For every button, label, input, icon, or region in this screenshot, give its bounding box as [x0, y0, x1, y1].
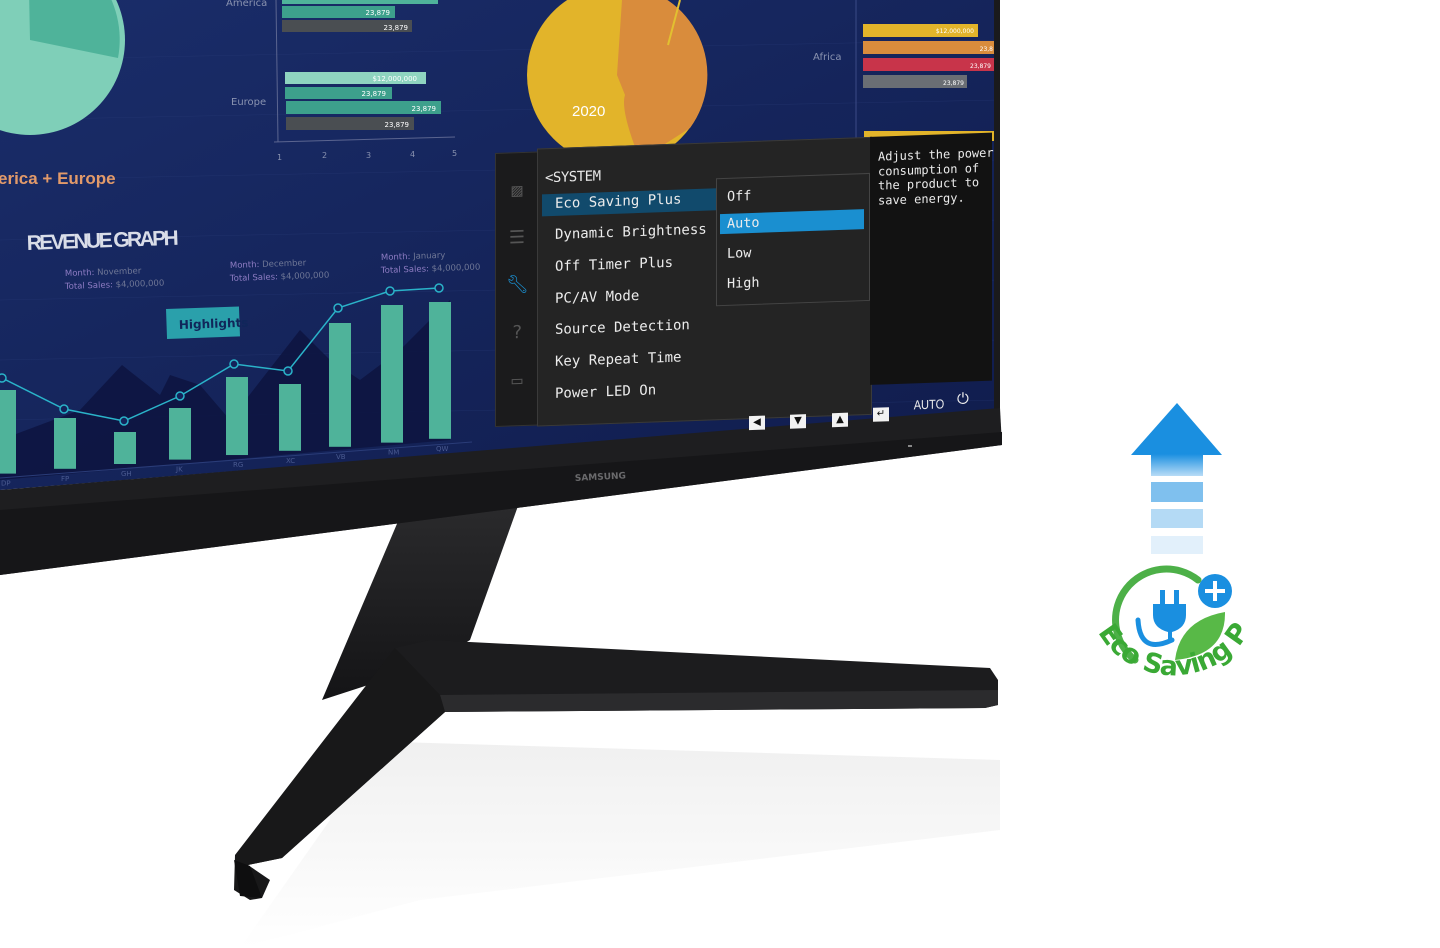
- category-label: QW: [436, 445, 449, 453]
- category-label: DP: [1, 480, 11, 488]
- bar-label: 23,879: [362, 90, 387, 98]
- adjust-icon[interactable]: ☰: [506, 227, 528, 249]
- osd-icon-column: ▨ ☰ 🔧︎ ? ▭: [495, 151, 539, 427]
- bar-label: $12,000,000: [372, 75, 417, 83]
- category-label: GH: [121, 470, 132, 478]
- description-text: Adjust the power consumption of the prod…: [878, 145, 994, 208]
- bar: [282, 0, 438, 4]
- bar-label: 23,879: [385, 121, 410, 129]
- category-label: NM: [388, 449, 399, 457]
- revenue-bar: [329, 323, 351, 447]
- option-high[interactable]: High: [727, 275, 760, 292]
- revenue-point: [385, 286, 395, 296]
- enter-button[interactable]: ↵: [873, 407, 889, 422]
- option-off[interactable]: Off: [727, 188, 751, 205]
- revenue-point: [59, 404, 69, 414]
- auto-button[interactable]: AUTO: [914, 396, 945, 412]
- option-auto[interactable]: Auto: [727, 215, 760, 232]
- window-icon[interactable]: ▭: [506, 370, 528, 392]
- bar-label: 23,879: [412, 105, 437, 113]
- revenue-point: [283, 366, 293, 376]
- axis-tick: 1: [277, 153, 282, 162]
- revenue-point: [434, 283, 444, 293]
- down-button[interactable]: ▼: [790, 414, 806, 429]
- section-title[interactable]: <SYSTEM: [545, 168, 601, 186]
- region-label-europe: Europe: [231, 97, 266, 108]
- plug-icon: [1153, 590, 1186, 640]
- revenue-bar: [226, 377, 248, 456]
- option-low[interactable]: Low: [727, 245, 751, 262]
- left-button[interactable]: ◀: [749, 415, 765, 431]
- revenue-point: [119, 416, 129, 426]
- revenue-point: [0, 373, 7, 383]
- menu-item-pc-av-mode[interactable]: PC/AV Mode: [555, 288, 639, 307]
- category-label: XC: [286, 457, 295, 465]
- up-button[interactable]: ▲: [832, 412, 848, 428]
- region-label-america: America: [226, 0, 267, 9]
- revenue-point: [175, 391, 185, 401]
- revenue-bar: [381, 305, 403, 443]
- osd-menu: ▨ ☰ 🔧︎ ? ▭ <SYSTEM Eco Saving Plus Dynam…: [495, 0, 995, 440]
- revenue-bar: [279, 384, 301, 451]
- bar-label: 23,879: [366, 9, 391, 17]
- axis-tick: 5: [452, 149, 457, 158]
- up-arrow-icon: [1131, 403, 1222, 554]
- category-label: FP: [61, 475, 69, 483]
- revenue-bar: [54, 418, 76, 469]
- power-led: [908, 445, 912, 447]
- revenue-bar: [0, 390, 16, 474]
- pie-left-label: erica + Europe: [0, 169, 116, 188]
- bar-label: 23,879: [384, 24, 409, 32]
- category-label: VB: [336, 453, 346, 461]
- revenue-point: [229, 359, 239, 369]
- category-label: JK: [175, 466, 183, 474]
- revenue-bar: [114, 432, 136, 464]
- axis-tick: 3: [366, 151, 371, 160]
- highlights-label: Highlights: [179, 316, 249, 332]
- revenue-point: [333, 303, 343, 313]
- axis-tick: 2: [322, 151, 327, 160]
- picture-icon[interactable]: ▨: [506, 180, 528, 202]
- revenue-bar: [429, 302, 451, 439]
- revenue-bar: [169, 408, 191, 460]
- category-label: RG: [233, 461, 243, 469]
- wrench-icon[interactable]: 🔧︎: [506, 274, 529, 296]
- axis-tick: 4: [410, 150, 415, 159]
- help-icon[interactable]: ?: [506, 322, 528, 344]
- power-icon[interactable]: ⏻: [957, 389, 969, 407]
